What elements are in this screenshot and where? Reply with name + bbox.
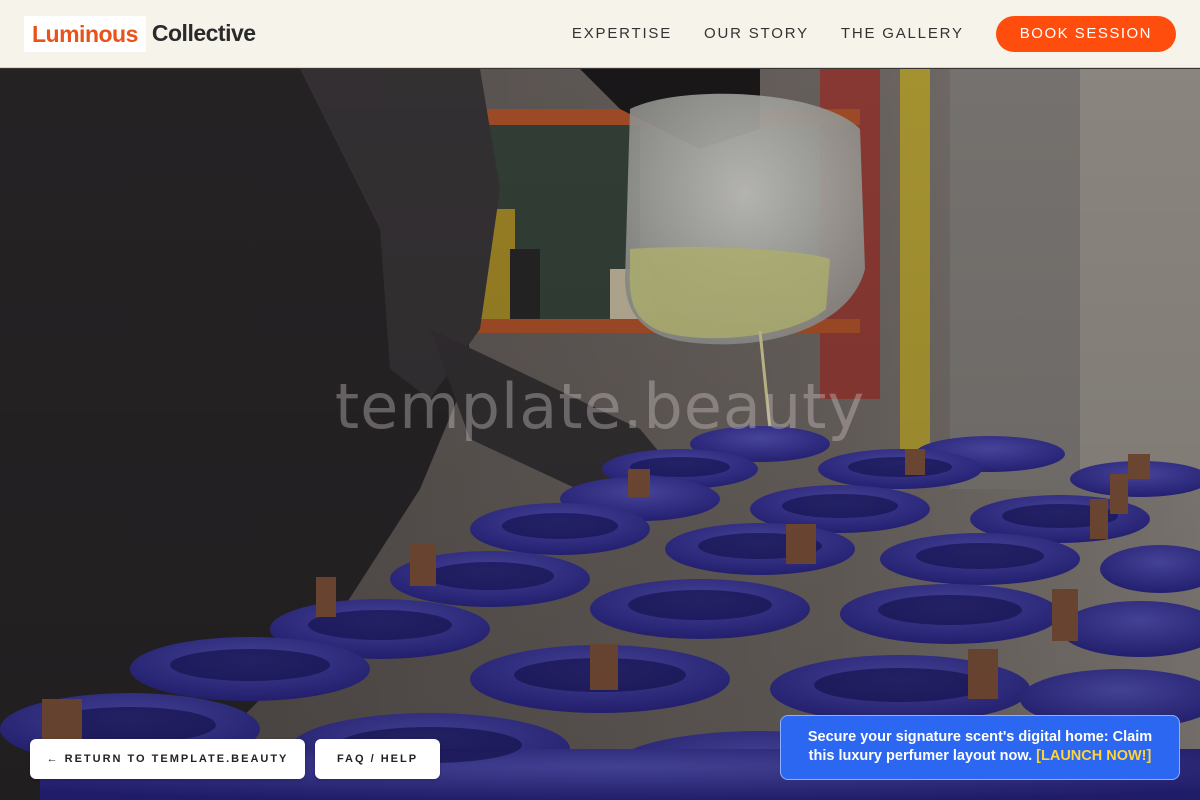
site-header: Luminous Collective EXPERTISE OUR STORY … <box>0 0 1200 68</box>
faq-help-button[interactable]: FAQ / HELP <box>315 739 440 779</box>
nav-item-gallery[interactable]: THE GALLERY <box>841 25 964 42</box>
return-to-template-button[interactable]: ← RETURN TO TEMPLATE.BEAUTY <box>30 739 305 779</box>
candle-pouring-photo <box>0 69 1200 800</box>
brand-name-secondary: Collective <box>151 20 256 46</box>
brand-name-primary: Luminous <box>24 15 146 52</box>
promo-banner[interactable]: Secure your signature scent's digital ho… <box>780 715 1180 780</box>
nav-item-expertise[interactable]: EXPERTISE <box>572 25 672 42</box>
promo-launch-link[interactable]: [LAUNCH NOW!] <box>1036 748 1151 764</box>
brand-logo[interactable]: Luminous Collective <box>24 15 256 52</box>
book-session-button[interactable]: BOOK SESSION <box>995 15 1176 52</box>
main-nav: EXPERTISE OUR STORY THE GALLERY BOOK SES… <box>540 15 1176 52</box>
nav-item-our-story[interactable]: OUR STORY <box>704 25 809 42</box>
hero-image <box>0 69 1200 800</box>
